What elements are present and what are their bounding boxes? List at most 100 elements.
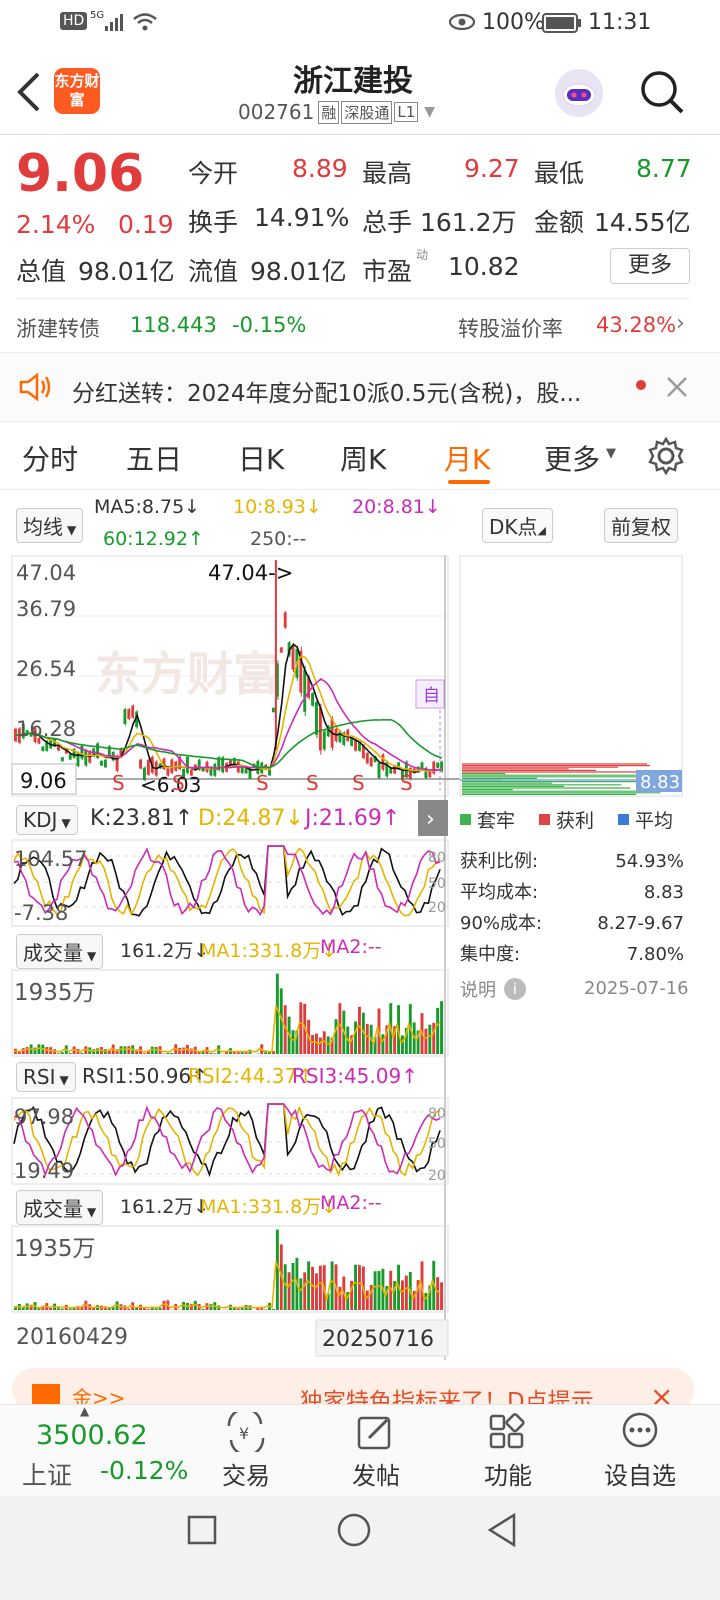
volume-bar	[68, 1052, 72, 1054]
low-annotation: <6.03	[140, 773, 201, 797]
ma5-value: MA5:8.75↓	[94, 496, 201, 518]
change-amount: 0.19	[118, 210, 174, 239]
caret-up-icon: ▲	[80, 1404, 90, 1418]
more-button[interactable]: 更多	[610, 248, 690, 284]
candle-body	[240, 767, 244, 774]
index-value[interactable]: 3500.62	[36, 1420, 148, 1451]
premium-label: 转股溢价率	[458, 317, 563, 341]
low-label: 最低	[534, 159, 585, 188]
back-nav-icon[interactable]	[486, 1512, 518, 1552]
volume-bar	[424, 1292, 428, 1310]
volume-bar	[436, 1007, 440, 1054]
kdj-level-20: 20	[428, 900, 446, 916]
legend-average: 平均	[635, 810, 674, 832]
divider	[0, 134, 720, 135]
volume-bar	[373, 1271, 377, 1310]
self-marker-label: 自	[423, 686, 440, 706]
volume-bar	[201, 1308, 205, 1310]
trade-button[interactable]: ¥ 交易	[218, 1407, 274, 1491]
tab-minute[interactable]: 分时	[22, 438, 78, 478]
open-value: 8.89	[292, 154, 348, 183]
candle-body	[432, 761, 436, 774]
kdj-axis-max: 104.57	[14, 847, 87, 871]
price-axis-3: 26.54	[16, 657, 76, 681]
ma60-value: 60:12.92↑	[103, 528, 204, 550]
dk-point-select[interactable]: DK点◢	[482, 508, 553, 543]
home-icon[interactable]	[336, 1512, 372, 1552]
candle-body	[354, 739, 357, 751]
volume-value: 161.2万	[420, 208, 517, 237]
kdj-level-80: 80	[428, 850, 446, 866]
recent-apps-icon[interactable]	[186, 1514, 218, 1550]
indicator-select-kdj[interactable]: KDJ ▼	[16, 805, 78, 835]
volume-bar	[428, 1024, 432, 1054]
candle-body	[84, 750, 88, 766]
post-button[interactable]: 发帖	[348, 1412, 404, 1491]
signal-icon	[104, 12, 126, 32]
volume-bar	[213, 1053, 217, 1054]
concentration-value: 7.80%	[626, 944, 684, 965]
candle-body	[436, 762, 440, 768]
volume-bar	[311, 1266, 314, 1310]
note-label: 说明	[460, 980, 496, 1001]
wifi-icon	[132, 12, 158, 36]
volume-bar	[365, 1290, 369, 1310]
volume-bar	[57, 1053, 60, 1054]
bond-name[interactable]: 浙建转债	[16, 313, 100, 343]
index-name[interactable]: 上证	[22, 1456, 72, 1492]
rsi-axis-max: 97.98	[14, 1105, 74, 1129]
volume-bar	[358, 1265, 361, 1310]
volume-bar	[127, 1046, 131, 1054]
adjust-select[interactable]: 前复权	[604, 508, 678, 543]
tab-daily[interactable]: 日K	[238, 438, 284, 478]
volume-bar	[381, 1034, 385, 1054]
indicator-select-rsi[interactable]: RSI ▼	[16, 1062, 76, 1092]
tag-level: L1	[394, 102, 419, 122]
settings-gear-icon[interactable]	[646, 436, 686, 480]
volume-bar	[338, 1286, 342, 1310]
volume-bar	[334, 1019, 338, 1054]
volume-bar	[275, 973, 279, 1054]
rsi-level-80: 80	[428, 1106, 446, 1122]
functions-button[interactable]: 功能	[480, 1412, 536, 1491]
search-icon[interactable]	[638, 68, 686, 120]
amount-value: 14.55亿	[594, 208, 691, 237]
candle-body	[68, 754, 72, 760]
volume-bar	[209, 1052, 213, 1054]
volume-bar	[365, 1023, 369, 1054]
chip-date: 2025-07-16	[584, 978, 689, 999]
candle-body	[272, 707, 275, 713]
concentration-label: 集中度:	[460, 944, 521, 965]
dropdown-icon: ▼	[424, 104, 436, 120]
vol1-value: 161.2万↓	[120, 940, 210, 962]
dk-label: DK点	[489, 515, 538, 539]
vol1-ma1: MA1:331.8万↓	[200, 940, 338, 962]
tab-more[interactable]: 更多	[544, 438, 600, 478]
tab-monthly[interactable]: 月K	[444, 438, 490, 478]
notice-text[interactable]: 分红送转：2024年度分配10派0.5元(含税)，股...	[72, 374, 581, 408]
candle-body	[291, 645, 295, 670]
add-watchlist-button[interactable]: 设自选	[598, 1412, 682, 1491]
add-watchlist-label: 设自选	[604, 1462, 676, 1490]
sell-signal-s: S	[352, 771, 365, 795]
volume-bar	[143, 1053, 146, 1054]
candle-body	[311, 693, 314, 706]
robot-avatar-icon[interactable]	[552, 66, 606, 124]
indicator-select-volume-2[interactable]: 成交量 ▼	[16, 1190, 104, 1225]
close-icon[interactable]	[666, 376, 688, 402]
tab-five-day[interactable]: 五日	[126, 438, 182, 478]
indicator-select-ma[interactable]: 均线 ▼	[16, 508, 84, 543]
chip-legend: 套牢 获利 平均	[460, 806, 673, 833]
indicator-select-volume[interactable]: 成交量 ▼	[16, 934, 104, 969]
stock-code-row[interactable]: 002761 融 深股通 L1 ▼	[238, 100, 435, 124]
chip-note[interactable]: 说明 i	[460, 976, 526, 1002]
rsi-level-20: 20	[428, 1168, 446, 1184]
volume-bar	[37, 1044, 41, 1054]
chevron-right-icon[interactable]: ›	[676, 311, 685, 336]
period-tabs: 分时 五日 日K 周K 月K 更多 ▼	[0, 438, 720, 482]
tab-weekly[interactable]: 周K	[340, 438, 386, 478]
volume-bar	[354, 1021, 357, 1054]
volume-bar	[330, 1261, 334, 1310]
pe-value: 10.82	[448, 252, 520, 281]
hd-badge: HD	[60, 12, 88, 30]
